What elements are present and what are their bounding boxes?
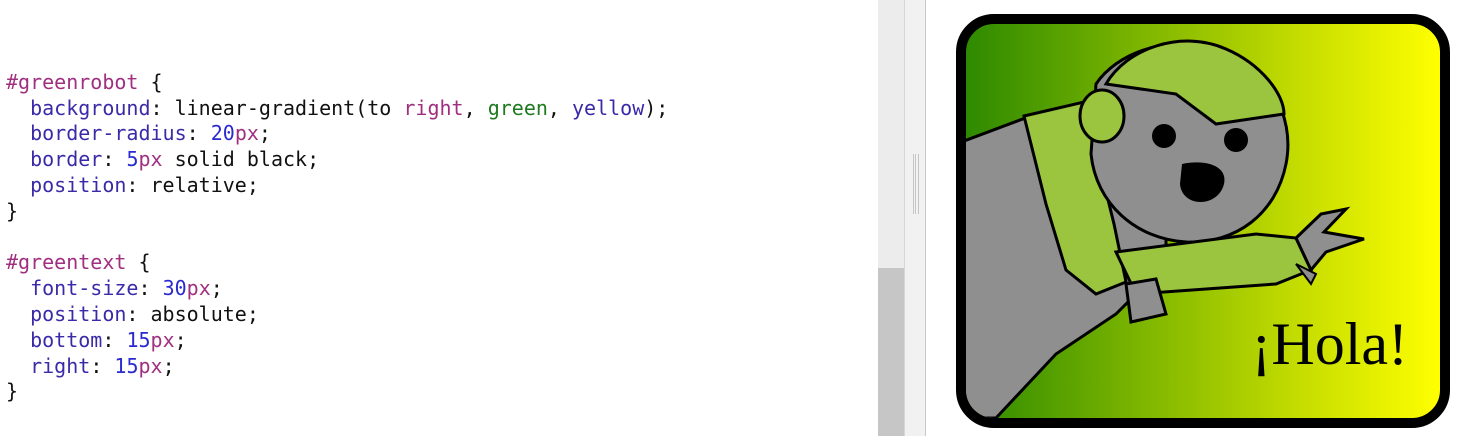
code-token: 30 [162,276,187,301]
code-line[interactable]: font-size: 30px; [6,276,668,302]
code-token: 15 [126,327,151,352]
code-token: right [403,95,464,120]
robot-left-eye [1152,124,1176,148]
code-token: px [186,276,211,301]
code-token: yellow [572,95,645,120]
code-token: { [138,69,163,94]
code-token: font-size [30,276,139,301]
code-line[interactable]: position: absolute; [6,302,668,328]
code-token: #greenrobot [6,69,139,94]
greenrobot-box: ¡Hola! [956,14,1450,428]
code-content[interactable]: #greenrobot { background: linear-gradien… [6,44,668,405]
code-line[interactable]: bottom: 15px; [6,328,668,354]
code-token: : [90,353,115,378]
code-token: 20 [210,121,235,146]
greentext: ¡Hola! [1251,311,1408,377]
code-token: ; [210,276,223,301]
preview-pane: ¡Hola! [926,0,1458,436]
code-token: ; [174,327,187,352]
code-token: } [6,198,19,223]
code-token: ; [258,121,271,146]
code-token: green [487,95,548,120]
robot-claw [1294,206,1365,273]
code-token: ; [162,353,175,378]
code-token: position [30,172,127,197]
code-token: } [6,379,19,404]
code-token: border-radius [30,121,187,146]
code-token: px [138,353,163,378]
robot-ear [1078,88,1126,144]
code-token: ); [644,95,669,120]
editor-window: #greenrobot { background: linear-gradien… [0,0,1458,436]
code-line[interactable]: } [6,379,668,405]
code-token: , [463,95,488,120]
code-token: : relative; [126,172,259,197]
code-token: { [126,250,151,275]
code-token: px [234,121,259,146]
code-line[interactable]: border-radius: 20px; [6,121,668,147]
code-token: solid black; [162,147,320,172]
code-token: : linear-gradient(to [150,95,404,120]
code-line[interactable]: #greenrobot { [6,70,668,96]
editor-scrollbar[interactable] [878,0,904,436]
code-token: #greentext [6,250,127,275]
code-token: px [150,327,175,352]
code-token: : absolute; [126,301,259,326]
code-token: background [30,95,151,120]
splitter-grip-icon[interactable] [913,154,919,214]
code-line[interactable]: background: linear-gradient(to right, gr… [6,96,668,122]
code-line[interactable]: position: relative; [6,173,668,199]
code-token: right [30,353,91,378]
code-token: : [102,327,127,352]
code-line[interactable]: border: 5px solid black; [6,147,668,173]
code-token: : [186,121,211,146]
code-line[interactable] [6,44,668,70]
code-token: position [30,301,127,326]
robot-right-eye [1224,128,1248,152]
code-token: border [30,147,103,172]
code-line[interactable]: #greentext { [6,250,668,276]
code-token: px [138,147,163,172]
code-line[interactable] [6,225,668,251]
code-token: bottom [30,327,103,352]
code-line[interactable]: right: 15px; [6,354,668,380]
code-token: 15 [114,353,139,378]
scrollbar-thumb[interactable] [878,268,904,436]
pane-splitter[interactable] [904,0,926,436]
code-token: : [138,276,163,301]
css-code-editor[interactable]: #greenrobot { background: linear-gradien… [0,0,878,436]
code-token: : [102,147,127,172]
code-token: , [547,95,573,120]
code-line[interactable]: } [6,199,668,225]
code-token: 5 [126,147,139,172]
